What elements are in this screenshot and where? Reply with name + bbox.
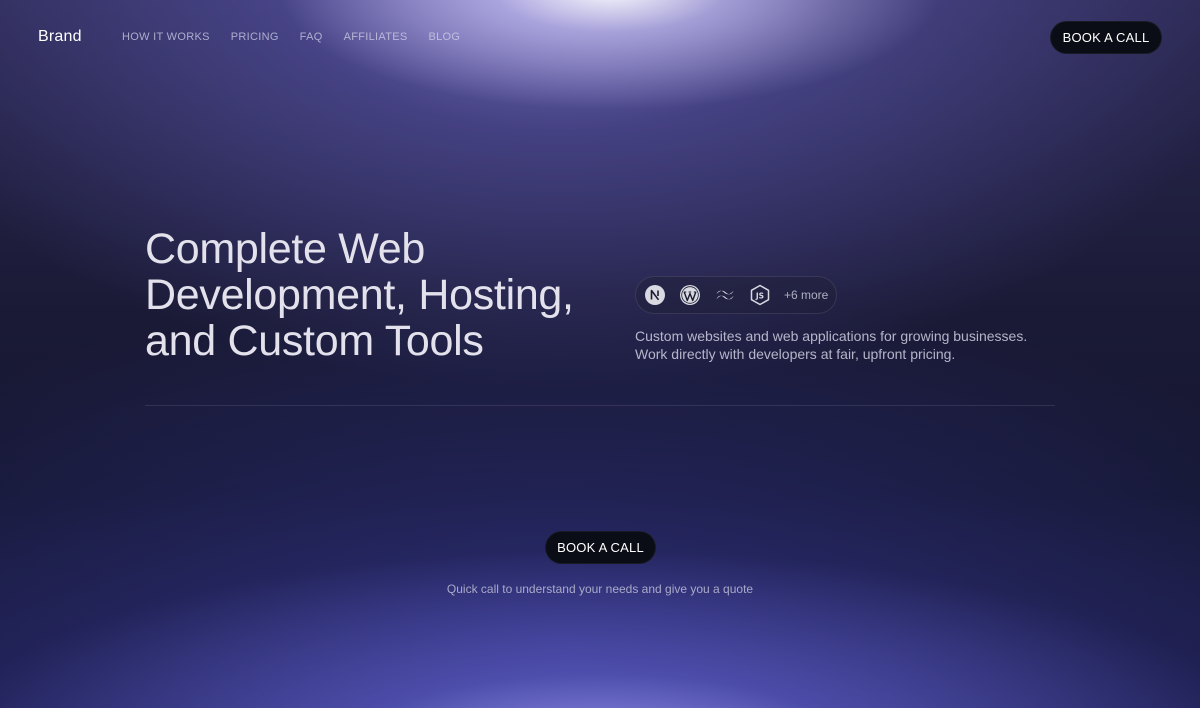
hero-title-line-2: Development, Hosting,	[145, 271, 574, 319]
tech-stack-pill: JS +6 more	[635, 276, 837, 314]
hero-description-line-1: Custom websites and web applications for…	[635, 328, 1028, 344]
tech-more-count: +6 more	[784, 288, 829, 302]
site-header: Brand HOW IT WORKS PRICING FAQ AFFILIATE…	[0, 0, 1200, 76]
nav-blog[interactable]: BLOG	[429, 31, 461, 43]
nav-pricing[interactable]: PRICING	[231, 31, 279, 43]
hero-title-line-3: and Custom Tools	[145, 317, 484, 365]
header-book-call-button[interactable]: BOOK A CALL	[1050, 21, 1162, 54]
hero-title: Complete Web Development, Hosting, and C…	[145, 226, 615, 364]
book-call-button[interactable]: BOOK A CALL	[545, 531, 656, 564]
nodejs-icon: JS	[749, 284, 771, 306]
tailwind-icon	[714, 284, 736, 306]
hero-description: Custom websites and web applications for…	[635, 327, 1055, 363]
hero-description-line-2: Work directly with developers at fair, u…	[635, 346, 956, 362]
hero-title-line-1: Complete Web	[145, 225, 426, 273]
wordpress-icon	[679, 284, 701, 306]
nav-faq[interactable]: FAQ	[300, 31, 323, 43]
section-divider	[145, 405, 1055, 406]
cta-note: Quick call to understand your needs and …	[446, 582, 754, 596]
svg-text:JS: JS	[755, 291, 764, 300]
main-nav: HOW IT WORKS PRICING FAQ AFFILIATES BLOG	[122, 31, 481, 43]
brand-logo[interactable]: Brand	[38, 28, 82, 46]
nav-how-it-works[interactable]: HOW IT WORKS	[122, 31, 210, 43]
nav-affiliates[interactable]: AFFILIATES	[344, 31, 408, 43]
nextjs-icon	[644, 284, 666, 306]
